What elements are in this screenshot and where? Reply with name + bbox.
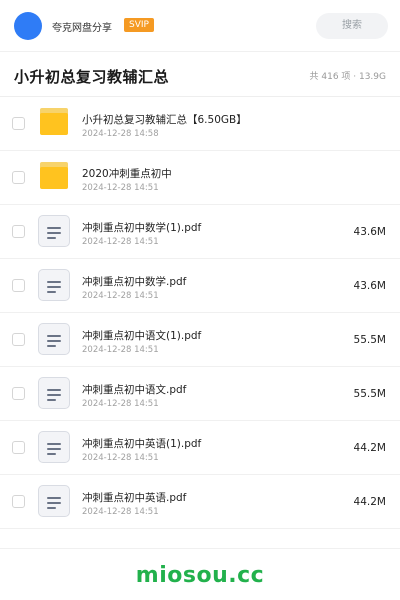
file-date: 2024-12-28 14:51 [82, 453, 159, 463]
file-date: 2024-12-28 14:58 [82, 129, 159, 139]
file-size: 44.2M [353, 442, 386, 454]
file-date: 2024-12-28 14:51 [82, 237, 159, 247]
file-name: 冲刺重点初中数学(1).pdf [82, 222, 202, 234]
file-size: 43.6M [353, 226, 386, 238]
file-row[interactable]: 2020冲刺重点初中 2024-12-28 14:51 [0, 151, 400, 205]
row-checkbox[interactable] [12, 225, 25, 238]
row-checkbox[interactable] [12, 117, 25, 130]
file-size: 55.5M [353, 334, 386, 346]
row-checkbox[interactable] [12, 279, 25, 292]
file-row[interactable]: 冲刺重点初中语文(1).pdf 2024-12-28 14:51 55.5M [0, 313, 400, 367]
file-row[interactable]: 冲刺重点初中英语(1).pdf 2024-12-28 14:51 44.2M [0, 421, 400, 475]
file-name: 冲刺重点初中英语.pdf [82, 492, 187, 504]
row-checkbox[interactable] [12, 171, 25, 184]
document-icon [36, 215, 72, 248]
file-name: 冲刺重点初中语文(1).pdf [82, 330, 202, 342]
footer: miosou.cc [0, 548, 400, 600]
file-date: 2024-12-28 14:51 [82, 345, 159, 355]
document-icon [36, 485, 72, 518]
search-button[interactable]: 搜索 [316, 13, 388, 39]
row-checkbox[interactable] [12, 495, 25, 508]
document-icon [36, 269, 72, 302]
file-date: 2024-12-28 14:51 [82, 507, 159, 517]
file-size: 44.2M [353, 496, 386, 508]
svip-badge: SVIP [124, 18, 154, 32]
file-name: 小升初总复习教辅汇总【6.50GB】 [82, 114, 247, 126]
row-checkbox[interactable] [12, 387, 25, 400]
file-name: 冲刺重点初中英语(1).pdf [82, 438, 202, 450]
top-bar: 夸克网盘分享 SVIP 搜索 [0, 0, 400, 52]
file-row[interactable]: 冲刺重点初中语文.pdf 2024-12-28 14:51 55.5M [0, 367, 400, 421]
file-row[interactable]: 冲刺重点初中数学(1).pdf 2024-12-28 14:51 43.6M [0, 205, 400, 259]
file-list: 小升初总复习教辅汇总【6.50GB】 2024-12-28 14:58 2020… [0, 97, 400, 529]
file-date: 2024-12-28 14:51 [82, 291, 159, 301]
row-checkbox[interactable] [12, 441, 25, 454]
avatar[interactable] [14, 12, 42, 40]
file-row[interactable]: 冲刺重点初中数学.pdf 2024-12-28 14:51 43.6M [0, 259, 400, 313]
file-name: 冲刺重点初中数学.pdf [82, 276, 187, 288]
file-row[interactable]: 小升初总复习教辅汇总【6.50GB】 2024-12-28 14:58 [0, 97, 400, 151]
document-icon [36, 377, 72, 410]
file-summary: 共 416 项 · 13.9G [309, 72, 387, 82]
page-title: 小升初总复习教辅汇总 [14, 68, 170, 86]
file-row[interactable]: 冲刺重点初中英语.pdf 2024-12-28 14:51 44.2M [0, 475, 400, 529]
folder-icon [36, 108, 72, 140]
watermark: miosou.cc [135, 563, 265, 588]
share-title: 夸克网盘分享 [52, 23, 112, 34]
file-name: 冲刺重点初中语文.pdf [82, 384, 187, 396]
file-name: 2020冲刺重点初中 [82, 168, 172, 180]
row-checkbox[interactable] [12, 333, 25, 346]
file-size: 43.6M [353, 280, 386, 292]
file-date: 2024-12-28 14:51 [82, 183, 159, 193]
file-date: 2024-12-28 14:51 [82, 399, 159, 409]
file-size: 55.5M [353, 388, 386, 400]
folder-header: 小升初总复习教辅汇总 共 416 项 · 13.9G [0, 52, 400, 97]
document-icon [36, 431, 72, 464]
document-icon [36, 323, 72, 356]
folder-icon [36, 162, 72, 194]
